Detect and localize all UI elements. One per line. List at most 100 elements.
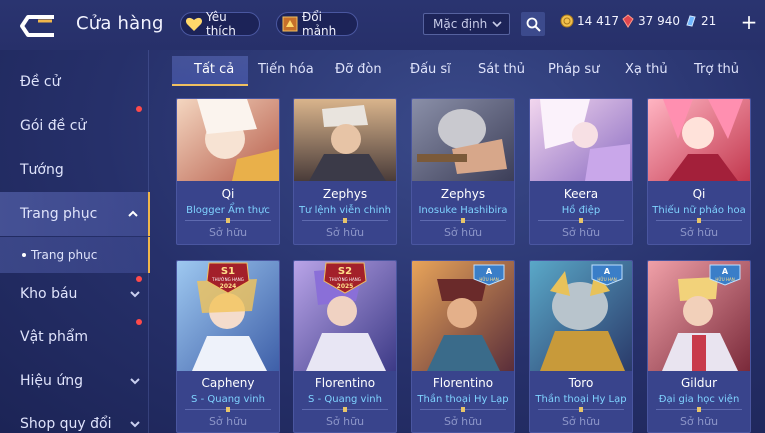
ruby-balance: 37 940	[621, 14, 680, 28]
skin-card[interactable]: S2 THƯỜNG HẠNG 2025 Florentino S - Quang…	[293, 260, 397, 433]
hero-name: Gildur	[680, 376, 718, 390]
hero-name: Florentino	[432, 376, 494, 390]
sidebar-item-label: Kho báu	[20, 286, 78, 302]
divider	[302, 218, 388, 223]
owned-status: Sở hữu	[443, 226, 483, 239]
tab-mage[interactable]: Pháp sư	[548, 62, 599, 77]
sidebar-item-recommended-packs[interactable]: Gói đề cử	[0, 104, 150, 148]
badge-subtitle: THƯỜNG HẠNG	[328, 277, 361, 282]
divider	[538, 218, 624, 223]
notification-dot	[136, 319, 142, 325]
chevron-up-icon	[128, 210, 138, 217]
trade-shards-button[interactable]: Đổi mảnh	[276, 10, 358, 38]
season-rank-badge: S2 THƯỜNG HẠNG 2025	[323, 262, 367, 294]
tab-evolution[interactable]: Tiến hóa	[258, 62, 314, 77]
badge-grade: A	[486, 267, 493, 276]
owned-status: Sở hữu	[561, 415, 601, 428]
sidebar-item-label: Tướng	[20, 162, 64, 178]
sidebar-item-items[interactable]: Vật phẩm	[0, 315, 150, 359]
favorite-button[interactable]: Yêu thích	[180, 10, 260, 38]
skin-name: S - Quang vinh	[308, 394, 382, 405]
divider	[656, 407, 742, 412]
skin-card[interactable]: Qi Thiếu nữ pháo hoa Sở hữu	[647, 98, 751, 245]
skin-artwork	[648, 99, 750, 181]
sidebar-item-treasure[interactable]: Kho báu	[0, 272, 150, 316]
badge-season: S1	[221, 266, 235, 277]
tab-tank[interactable]: Đỡ đòn	[335, 62, 382, 77]
sidebar: Đề cử Gói đề cử Tướng Trang phục Trang p…	[0, 50, 150, 433]
search-icon	[526, 17, 541, 32]
voucher-amount: 21	[701, 14, 717, 28]
skin-artwork	[530, 99, 632, 181]
back-button[interactable]	[18, 13, 62, 39]
skin-artwork	[177, 99, 279, 181]
sort-value: Mặc định	[433, 17, 488, 31]
top-bar: Cửa hàng Yêu thích Đổi mảnh Mặc định 14 …	[0, 0, 765, 50]
skin-artwork	[412, 99, 514, 181]
skin-card[interactable]: A HỮU HẠN Gildur Đại gia học viện Sở hữu	[647, 260, 751, 433]
owned-status: Sở hữu	[208, 226, 248, 239]
skin-card[interactable]: A HỮU HẠN Florentino Thần thoại Hy Lạp S…	[411, 260, 515, 433]
trade-label: Đổi mảnh	[302, 10, 337, 38]
bullet-icon	[22, 253, 26, 257]
gold-coin-icon	[560, 14, 574, 28]
skin-card[interactable]: Qi Blogger Ẩm thực Sở hữu	[176, 98, 280, 245]
skin-name: Hồ điệp	[561, 205, 601, 216]
sort-dropdown[interactable]: Mặc định	[423, 13, 510, 35]
chevron-down-icon	[130, 291, 140, 298]
hero-name: Toro	[568, 376, 594, 390]
skin-name: Tư lệnh viễn chinh	[298, 205, 392, 216]
skin-card[interactable]: Keera Hồ điệp Sở hữu	[529, 98, 633, 245]
badge-grade: A	[722, 267, 729, 276]
skin-card[interactable]: Zephys Tư lệnh viễn chinh Sở hữu	[293, 98, 397, 245]
sidebar-item-recommended[interactable]: Đề cử	[0, 60, 150, 104]
badge-year: 2024	[220, 283, 237, 290]
favorite-label: Yêu thích	[206, 10, 236, 38]
sidebar-item-label: Hiệu ứng	[20, 373, 83, 389]
tab-support[interactable]: Trợ thủ	[694, 62, 739, 77]
tab-assassin[interactable]: Sát thủ	[478, 62, 525, 77]
skin-card[interactable]: S1 THƯỜNG HẠNG 2024 Capheny S - Quang vi…	[176, 260, 280, 433]
skin-artwork	[294, 99, 396, 181]
skin-card[interactable]: A HỮU HẠN Toro Thần thoại Hy Lạp Sở hữu	[529, 260, 633, 433]
voucher-icon	[686, 15, 696, 27]
hero-name: Florentino	[314, 376, 376, 390]
skin-name: Blogger Ẩm thực	[186, 205, 270, 216]
voucher-balance: 21	[684, 14, 716, 28]
limited-badge: A HỮU HẠN	[709, 264, 741, 286]
hero-name: Qi	[221, 187, 235, 201]
limited-badge: A HỮU HẠN	[591, 264, 623, 286]
search-button[interactable]	[521, 12, 545, 36]
badge-season: S2	[338, 266, 352, 277]
sidebar-item-label: Đề cử	[20, 74, 61, 90]
badge-subtitle: THƯỜNG HẠNG	[211, 277, 244, 282]
owned-status: Sở hữu	[679, 415, 719, 428]
hero-name: Capheny	[201, 376, 255, 390]
skin-name: Thiếu nữ pháo hoa	[652, 205, 746, 216]
badge-subtitle: HỮU HẠN	[597, 277, 616, 282]
sidebar-item-label: Gói đề cử	[20, 118, 87, 134]
tab-marksman[interactable]: Xạ thủ	[625, 62, 668, 77]
active-tab-underline	[172, 84, 248, 86]
sidebar-item-label: Trang phục	[31, 248, 98, 262]
sidebar-item-skins[interactable]: Trang phục	[0, 192, 150, 236]
divider	[185, 218, 271, 223]
divider	[656, 218, 742, 223]
hero-name: Qi	[692, 187, 706, 201]
sidebar-item-heroes[interactable]: Tướng	[0, 148, 150, 192]
tab-all[interactable]: Tất cả	[194, 62, 234, 77]
ruby-gem-icon	[622, 14, 634, 28]
divider	[185, 407, 271, 412]
sidebar-item-exchange-shop[interactable]: Shop quy đổi	[0, 402, 150, 433]
skin-card[interactable]: Zephys Inosuke Hashibira Sở hữu	[411, 98, 515, 245]
sidebar-subitem-skins[interactable]: Trang phục	[0, 237, 150, 273]
divider	[420, 407, 506, 412]
skin-name: S - Quang vinh	[191, 394, 265, 405]
badge-subtitle: HỮU HẠN	[479, 277, 498, 282]
skin-name: Đại gia học viện	[658, 394, 740, 405]
sidebar-item-effects[interactable]: Hiệu ứng	[0, 359, 150, 403]
tab-fighter[interactable]: Đấu sĩ	[410, 62, 451, 77]
divider	[538, 407, 624, 412]
heart-icon	[185, 15, 203, 33]
add-currency-button[interactable]: +	[740, 12, 758, 32]
